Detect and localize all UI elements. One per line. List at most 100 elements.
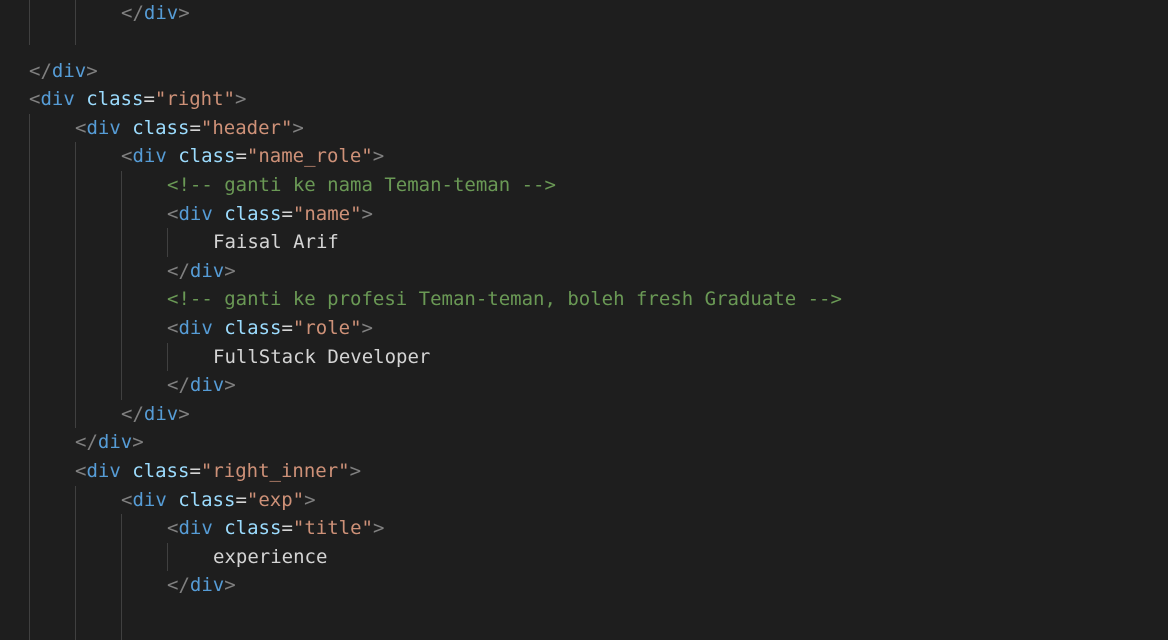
code-line[interactable]: <div class="exp"> bbox=[121, 486, 316, 515]
code-line[interactable]: <div class="role"> bbox=[167, 314, 373, 343]
attribute-name: class bbox=[178, 488, 236, 511]
attribute-value: "role" bbox=[292, 317, 362, 339]
code-line[interactable]: </div> bbox=[121, 400, 190, 429]
open-bracket: < bbox=[121, 145, 133, 168]
tag-name: div bbox=[178, 317, 213, 339]
indent-guide bbox=[121, 171, 122, 400]
text-content: Faisal Arif bbox=[213, 231, 339, 254]
open-bracket: </ bbox=[121, 402, 144, 425]
open-bracket: < bbox=[121, 488, 133, 511]
code-line[interactable]: <div class="right"> bbox=[29, 85, 246, 114]
indent-guide bbox=[167, 342, 168, 372]
attribute-name: class bbox=[178, 145, 236, 168]
close-bracket: > bbox=[86, 59, 98, 82]
code-line[interactable]: <div class="title"> bbox=[167, 514, 384, 543]
attribute-name: class bbox=[132, 460, 190, 482]
attribute-name: class bbox=[86, 88, 144, 111]
code-line[interactable]: </div> bbox=[167, 257, 236, 286]
equals-sign: = bbox=[143, 88, 155, 111]
open-bracket: < bbox=[167, 517, 179, 540]
close-bracket: > bbox=[372, 145, 385, 168]
indent-guide bbox=[75, 142, 76, 429]
attribute-value: "header" bbox=[200, 116, 293, 139]
indent-guide bbox=[75, 0, 76, 46]
close-bracket: > bbox=[372, 517, 385, 540]
tag-name: div bbox=[189, 374, 225, 397]
attribute-value: "name" bbox=[292, 202, 362, 225]
code-line[interactable]: </div> bbox=[121, 0, 190, 28]
close-bracket: > bbox=[178, 2, 190, 25]
attribute-value: "exp" bbox=[246, 488, 305, 511]
close-bracket: > bbox=[234, 88, 247, 111]
open-bracket: < bbox=[29, 88, 41, 111]
text-content: FullStack Developer bbox=[213, 345, 431, 368]
text-content: experience bbox=[213, 545, 328, 568]
code-line[interactable]: </div> bbox=[167, 371, 236, 400]
attribute-value: "name_role" bbox=[246, 145, 373, 168]
code-line[interactable]: <!-- ganti ke profesi Teman-teman, boleh… bbox=[167, 285, 842, 314]
close-bracket: > bbox=[304, 488, 316, 511]
code-line[interactable]: <div class="name_role"> bbox=[121, 142, 384, 171]
close-bracket: > bbox=[132, 431, 144, 454]
tag-name: div bbox=[51, 59, 87, 82]
equals-sign: = bbox=[281, 202, 293, 225]
open-bracket: </ bbox=[167, 374, 190, 397]
close-bracket: > bbox=[292, 116, 304, 139]
code-line[interactable]: <div class="header"> bbox=[75, 114, 304, 143]
tag-name: div bbox=[132, 145, 167, 168]
code-line[interactable]: FullStack Developer bbox=[213, 343, 430, 372]
equals-sign: = bbox=[235, 488, 247, 511]
open-bracket: < bbox=[75, 460, 87, 482]
attribute-name: class bbox=[132, 116, 190, 139]
code-comment: <!-- ganti ke nama Teman-teman --> bbox=[167, 174, 556, 196]
tag-name: div bbox=[143, 2, 179, 25]
tag-name: div bbox=[86, 460, 121, 482]
code-line[interactable]: </div> bbox=[75, 428, 144, 457]
indent-guide bbox=[29, 113, 30, 640]
open-bracket: < bbox=[167, 202, 179, 225]
open-bracket: < bbox=[75, 116, 87, 139]
code-line[interactable]: Faisal Arif bbox=[213, 228, 339, 257]
code-line[interactable]: </div> bbox=[167, 571, 236, 600]
indent-guide bbox=[167, 228, 168, 257]
open-bracket: </ bbox=[29, 59, 52, 82]
indent-guide bbox=[121, 514, 122, 640]
tag-name: div bbox=[178, 517, 213, 540]
code-line[interactable]: </div> bbox=[29, 57, 98, 86]
tag-name: div bbox=[178, 202, 213, 225]
equals-sign: = bbox=[189, 460, 201, 482]
code-line[interactable]: <div class="name"> bbox=[167, 200, 373, 229]
tag-name: div bbox=[189, 259, 225, 282]
tag-name: div bbox=[132, 488, 167, 511]
indent-guide bbox=[29, 0, 30, 46]
code-line[interactable]: <!-- ganti ke nama Teman-teman --> bbox=[167, 171, 556, 200]
attribute-value: "right_inner" bbox=[200, 460, 350, 482]
code-editor[interactable]: </div> </div> <div class="right"> <div clas… bbox=[0, 0, 1168, 640]
close-bracket: > bbox=[224, 374, 236, 397]
open-bracket: </ bbox=[75, 431, 98, 454]
code-comment: <!-- ganti ke profesi Teman-teman, boleh… bbox=[167, 288, 842, 311]
attribute-name: class bbox=[224, 317, 282, 339]
close-bracket: > bbox=[178, 402, 190, 425]
attribute-value: "title" bbox=[292, 517, 373, 540]
close-bracket: > bbox=[224, 574, 236, 597]
tag-name: div bbox=[86, 116, 121, 139]
close-bracket: > bbox=[349, 460, 362, 482]
open-bracket: </ bbox=[167, 259, 190, 282]
equals-sign: = bbox=[235, 145, 247, 168]
close-bracket: > bbox=[361, 317, 373, 339]
code-line[interactable]: experience bbox=[213, 543, 327, 572]
attribute-name: class bbox=[224, 517, 282, 540]
code-line[interactable]: <div class="right_inner"> bbox=[75, 457, 361, 486]
indent-guide bbox=[167, 542, 168, 572]
tag-name: div bbox=[189, 574, 225, 597]
open-bracket: < bbox=[167, 317, 179, 339]
equals-sign: = bbox=[281, 517, 293, 540]
attribute-name: class bbox=[224, 202, 282, 225]
equals-sign: = bbox=[189, 116, 201, 139]
attribute-value: "right" bbox=[154, 88, 235, 111]
tag-name: div bbox=[143, 402, 179, 425]
tag-name: div bbox=[97, 431, 133, 454]
open-bracket: </ bbox=[121, 2, 144, 25]
tag-name: div bbox=[40, 88, 75, 111]
